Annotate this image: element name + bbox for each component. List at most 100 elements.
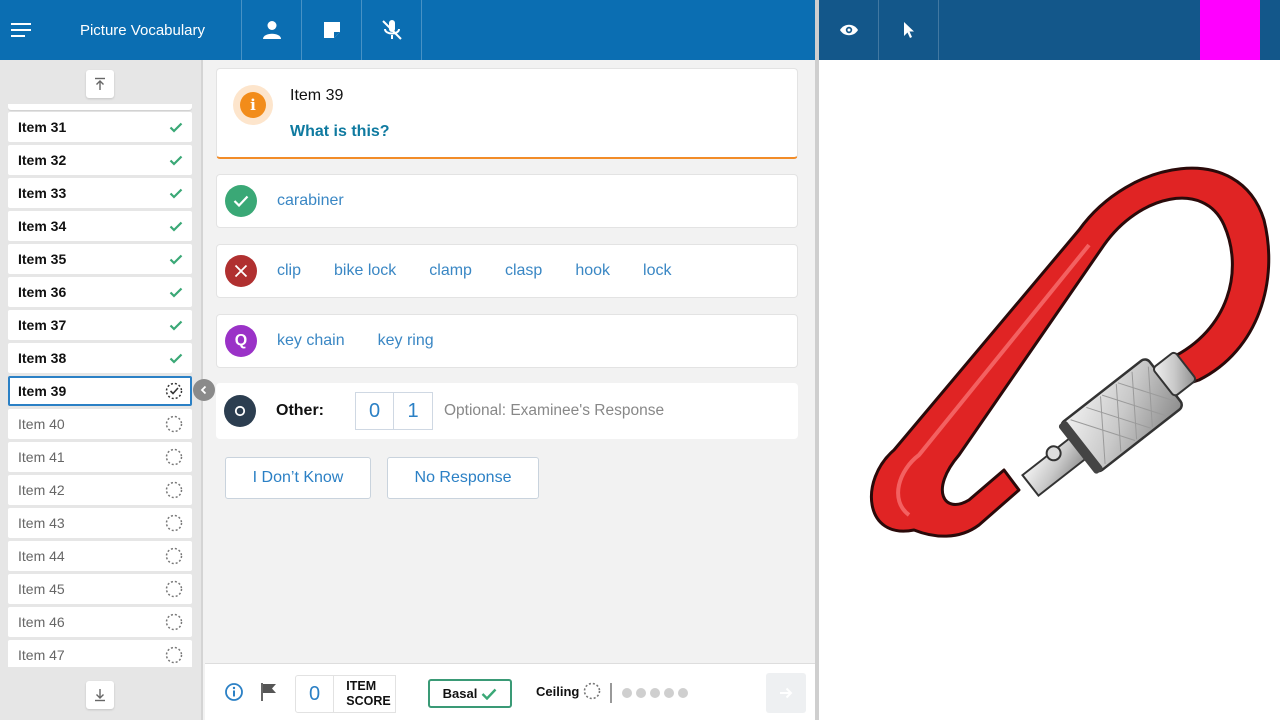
correct-response-option[interactable]: carabiner bbox=[277, 192, 344, 210]
other-response-card: Other: 0 1 bbox=[216, 383, 798, 439]
progress-dot bbox=[622, 688, 632, 698]
collapse-sidebar-button[interactable] bbox=[193, 379, 215, 401]
sidebar-item[interactable]: Item 31 bbox=[8, 112, 192, 142]
incorrect-response-option[interactable]: lock bbox=[643, 262, 671, 280]
sidebar-item[interactable]: Item 45 bbox=[8, 574, 192, 604]
incorrect-response-option[interactable]: bike lock bbox=[334, 262, 396, 280]
sidebar-item-label: Item 40 bbox=[18, 416, 65, 432]
check-icon bbox=[169, 320, 183, 331]
item-score-value: 0 bbox=[295, 675, 334, 713]
notes-button[interactable] bbox=[302, 0, 362, 60]
check-icon bbox=[169, 287, 183, 298]
pending-circle-icon bbox=[165, 580, 183, 598]
query-response-option[interactable]: key ring bbox=[378, 332, 434, 350]
top-toolbar: Picture Vocabulary bbox=[0, 0, 815, 60]
other-score-0-button[interactable]: 0 bbox=[355, 392, 394, 430]
sidebar-item[interactable]: Item 39 bbox=[8, 376, 192, 406]
examinee-button[interactable] bbox=[242, 0, 302, 60]
sidebar-item[interactable]: Item 32 bbox=[8, 145, 192, 175]
incorrect-response-option[interactable]: hook bbox=[575, 262, 610, 280]
pointer-button[interactable] bbox=[879, 0, 939, 60]
incorrect-responses-card: clip bike lock clamp clasp hook lock bbox=[216, 244, 798, 298]
next-item-button[interactable] bbox=[766, 673, 806, 713]
stimulus-panel bbox=[819, 60, 1280, 720]
incorrect-response-option[interactable]: clasp bbox=[505, 262, 542, 280]
pending-circle-icon bbox=[165, 613, 183, 631]
check-icon bbox=[169, 254, 183, 265]
marker-swatch bbox=[1200, 0, 1260, 60]
correct-responses-card: carabiner bbox=[216, 174, 798, 228]
mic-mute-button[interactable] bbox=[362, 0, 422, 60]
dont-know-button[interactable]: I Don’t Know bbox=[225, 457, 371, 499]
query-response-option[interactable]: key chain bbox=[277, 332, 345, 350]
no-response-button[interactable]: No Response bbox=[387, 457, 539, 499]
sidebar-item-label: Item 31 bbox=[18, 119, 67, 135]
sidebar-item[interactable]: Item 40 bbox=[8, 409, 192, 439]
menu-button[interactable] bbox=[0, 0, 44, 60]
item-prompt-card: i Item 39 What is this? bbox=[216, 68, 798, 159]
item-score-label-line1: ITEM bbox=[346, 679, 377, 693]
incorrect-x-icon bbox=[225, 255, 257, 287]
scoring-panel: i Item 39 What is this? carabiner clip b… bbox=[205, 60, 815, 663]
scroll-top-button[interactable] bbox=[86, 70, 114, 98]
pending-circle-icon bbox=[165, 514, 183, 532]
sidebar-item[interactable]: Item 35 bbox=[8, 244, 192, 274]
check-icon bbox=[169, 221, 183, 232]
person-icon bbox=[262, 21, 281, 39]
sidebar-item-label: Item 38 bbox=[18, 350, 67, 366]
progress-dot bbox=[664, 688, 674, 698]
sidebar-item[interactable]: Item 43 bbox=[8, 508, 192, 538]
sidebar-item[interactable]: Item 44 bbox=[8, 541, 192, 571]
sidebar-item-label: Item 44 bbox=[18, 548, 65, 564]
sidebar-item[interactable]: Item 38 bbox=[8, 343, 192, 373]
ceiling-label: Ceiling bbox=[536, 683, 580, 699]
bottom-bar: 0 ITEM SCORE Basal Ceiling bbox=[205, 663, 815, 720]
arrow-down-to-line-icon bbox=[95, 689, 105, 702]
scroll-bottom-button[interactable] bbox=[86, 681, 114, 709]
correct-check-icon bbox=[225, 185, 257, 217]
query-responses-card: Q key chain key ring bbox=[216, 314, 798, 368]
item-title: Item 39 bbox=[290, 87, 344, 104]
sidebar-item[interactable]: Item 42 bbox=[8, 475, 192, 505]
ceiling-status: Ceiling bbox=[536, 682, 601, 700]
preview-button[interactable] bbox=[819, 0, 879, 60]
flag-button[interactable] bbox=[260, 682, 278, 707]
progress-dot bbox=[678, 688, 688, 698]
other-circle-icon bbox=[224, 395, 256, 427]
pending-circle-icon bbox=[165, 646, 183, 664]
sidebar-item[interactable]: Item 46 bbox=[8, 607, 192, 637]
in-progress-icon bbox=[165, 382, 183, 400]
sidebar-item[interactable]: Item 37 bbox=[8, 310, 192, 340]
query-q-icon: Q bbox=[225, 325, 257, 357]
pending-circle-icon bbox=[165, 547, 183, 565]
item-info-button[interactable] bbox=[224, 682, 244, 707]
item-list[interactable]: Item 31 Item 32 Item 33 Item 34 Item 35 Item … bbox=[8, 104, 192, 667]
separator bbox=[610, 683, 612, 703]
chevron-left-icon bbox=[200, 385, 207, 395]
sidebar-item-label: Item 36 bbox=[18, 284, 67, 300]
sidebar-item-label: Item 43 bbox=[18, 515, 65, 531]
pending-circle-icon bbox=[584, 682, 601, 700]
incorrect-response-option[interactable]: clip bbox=[277, 262, 301, 280]
examinee-response-input[interactable] bbox=[444, 402, 744, 420]
sidebar-item[interactable]: Item 33 bbox=[8, 178, 192, 208]
sidebar-item-label: Item 33 bbox=[18, 185, 67, 201]
sidebar-item-label: Item 37 bbox=[18, 317, 67, 333]
basal-label: Basal bbox=[442, 686, 478, 701]
incorrect-response-option[interactable]: clamp bbox=[429, 262, 472, 280]
sidebar-item[interactable]: Item 36 bbox=[8, 277, 192, 307]
item-sidebar: Item 31 Item 32 Item 33 Item 34 Item 35 Item … bbox=[0, 60, 203, 720]
sidebar-item-label: Item 32 bbox=[18, 152, 67, 168]
examinee-toolbar bbox=[819, 0, 1280, 60]
sidebar-item[interactable]: Item 41 bbox=[8, 442, 192, 472]
other-score-1-button[interactable]: 1 bbox=[394, 392, 433, 430]
item-score-label-line2: SCORE bbox=[346, 694, 391, 708]
pending-circle-icon bbox=[165, 415, 183, 433]
sidebar-item[interactable]: Item 47 bbox=[8, 640, 192, 667]
check-icon bbox=[169, 155, 183, 166]
sidebar-item[interactable]: Item 34 bbox=[8, 211, 192, 241]
item-question: What is this? bbox=[290, 123, 390, 140]
flag-icon bbox=[261, 683, 276, 701]
carabiner-image bbox=[870, 166, 1271, 538]
hamburger-menu-icon bbox=[11, 23, 31, 37]
